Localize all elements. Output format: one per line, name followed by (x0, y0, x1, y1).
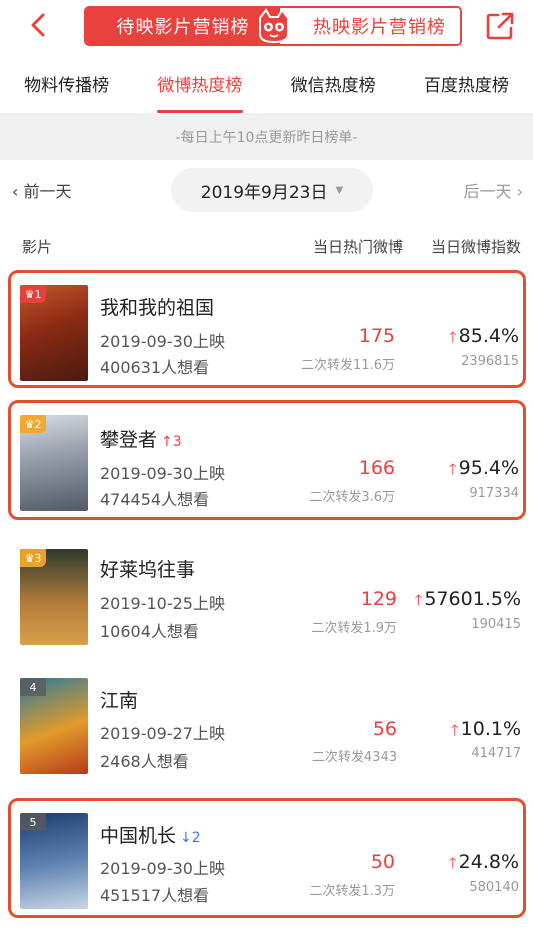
film-poster: ♛ 3 (20, 549, 88, 645)
back-arrow-icon[interactable] (24, 10, 54, 40)
film-poster: 4 (20, 678, 88, 774)
rank-change: ↑3 (161, 434, 182, 450)
rank-badge: 4 (20, 678, 46, 696)
caret-down-icon: ▼ (335, 184, 344, 196)
top-bar: 待映影片营销榜 热映影片营销榜 (0, 0, 533, 54)
rank-badge: 5 (20, 813, 46, 831)
tab-baidu-heat[interactable]: 百度热度榜 (400, 58, 533, 113)
film-title: 好莱坞往事 (100, 559, 196, 581)
arrow-up-icon: 🡑 (448, 328, 457, 346)
film-row[interactable]: 4 江南 2019-09-27上映 2468人想看 56 二次转发4343 🡑 1… (0, 664, 533, 792)
film-poster: 5 (20, 813, 88, 909)
film-row[interactable]: ♛ 1 我和我的祖国 2019-09-30上映 400631人想看 175 二次转… (8, 270, 526, 388)
weibo-index: 414717 (471, 746, 521, 761)
hot-weibo-count: 56 (372, 718, 397, 740)
film-title: 中国机长 ↓2 (100, 825, 201, 847)
release-date: 2019-09-30上映 (100, 859, 225, 878)
arrow-up-icon: 🡑 (414, 591, 423, 609)
rank-change: ↓2 (180, 830, 201, 846)
index-change: 🡑 85.4% (448, 325, 519, 347)
weibo-index: 190415 (471, 617, 521, 632)
index-change: 🡑 10.1% (450, 718, 521, 740)
column-film: 影片 (22, 238, 53, 256)
prev-day-label: 前一天 (23, 182, 72, 201)
upcoming-films-tab[interactable]: 待映影片营销榜 (86, 8, 280, 44)
share-icon[interactable] (484, 10, 516, 42)
film-row[interactable]: 5 中国机长 ↓2 2019-09-30上映 451517人想看 50 二次转发1… (8, 798, 526, 918)
film-poster: ♛ 2 (20, 415, 88, 511)
hot-weibo-count: 166 (358, 457, 395, 479)
arrow-down-icon: ↓ (180, 830, 192, 846)
hot-weibo-count: 50 (370, 851, 395, 873)
hot-weibo-count: 175 (358, 325, 395, 347)
arrow-up-icon: 🡑 (448, 460, 457, 478)
tab-weibo-heat[interactable]: 微博热度榜 (133, 58, 266, 113)
weibo-index: 2396815 (461, 354, 519, 369)
crown-icon: ♛ (24, 287, 35, 301)
weibo-index: 917334 (469, 486, 519, 501)
tab-wechat-heat[interactable]: 微信热度榜 (267, 58, 400, 113)
ranking-tabs: 物料传播榜 微博热度榜 微信热度榜 百度热度榜 (0, 58, 533, 114)
tab-material-spread[interactable]: 物料传播榜 (0, 58, 133, 113)
showing-films-tab[interactable]: 热映影片营销榜 (280, 8, 460, 44)
film-title: 江南 (100, 690, 139, 712)
release-date: 2019-09-27上映 (100, 724, 225, 743)
arrow-up-icon: 🡑 (448, 854, 457, 872)
update-notice: -每日上午10点更新昨日榜单- (0, 114, 533, 160)
index-change: 🡑 24.8% (448, 851, 519, 873)
repost-count: 二次转发3.6万 (309, 490, 395, 505)
index-change: 🡑 57601.5% (414, 588, 521, 610)
rank-badge: ♛ 1 (20, 285, 46, 303)
want-to-see: 2468人想看 (100, 752, 189, 771)
rank-badge: ♛ 3 (20, 549, 46, 567)
chevron-right-icon: › (516, 182, 523, 201)
want-to-see: 474454人想看 (100, 490, 210, 509)
weibo-index: 580140 (469, 880, 519, 895)
crown-icon: ♛ (24, 551, 35, 565)
repost-count: 二次转发1.3万 (309, 884, 395, 899)
film-row[interactable]: ♛ 2 攀登者 ↑3 2019-09-30上映 474454人想看 166 二次转发… (8, 400, 526, 520)
film-title: 我和我的祖国 (100, 297, 215, 319)
want-to-see: 10604人想看 (100, 622, 199, 641)
index-change: 🡑 95.4% (448, 457, 519, 479)
want-to-see: 451517人想看 (100, 886, 210, 905)
prev-day-button[interactable]: ‹ 前一天 (12, 178, 72, 202)
date-picker[interactable]: 2019年9月23日 ▼ (171, 168, 373, 212)
next-day-label: 后一天 (463, 182, 512, 201)
column-weibo-index: 当日微博指数 (430, 238, 521, 256)
arrow-up-icon: 🡑 (450, 721, 459, 739)
column-hot-weibo: 当日热门微博 (312, 238, 403, 256)
crown-icon: ♛ (24, 417, 35, 431)
date-selector: ‹ 前一天 2019年9月23日 ▼ 后一天 › (0, 160, 533, 222)
rank-badge: ♛ 2 (20, 415, 46, 433)
film-row[interactable]: ♛ 3 好莱坞往事 2019-10-25上映 10604人想看 129 二次转发1… (0, 533, 533, 661)
hot-weibo-count: 129 (360, 588, 397, 610)
film-poster: ♛ 1 (20, 285, 88, 381)
repost-count: 二次转发4343 (311, 750, 397, 765)
current-date: 2019年9月23日 (200, 182, 328, 203)
release-date: 2019-09-30上映 (100, 464, 225, 483)
repost-count: 二次转发11.6万 (301, 358, 395, 373)
repost-count: 二次转发1.9万 (311, 621, 397, 636)
want-to-see: 400631人想看 (100, 358, 210, 377)
arrow-up-icon: ↑ (161, 434, 173, 450)
cat-logo-icon (259, 8, 289, 44)
list-header: 影片 当日热门微博 当日微博指数 (0, 226, 533, 266)
chevron-left-icon: ‹ (12, 182, 19, 201)
release-date: 2019-09-30上映 (100, 332, 225, 351)
release-date: 2019-10-25上映 (100, 594, 225, 613)
next-day-button[interactable]: 后一天 › (463, 178, 523, 202)
film-title: 攀登者 ↑3 (100, 429, 182, 451)
